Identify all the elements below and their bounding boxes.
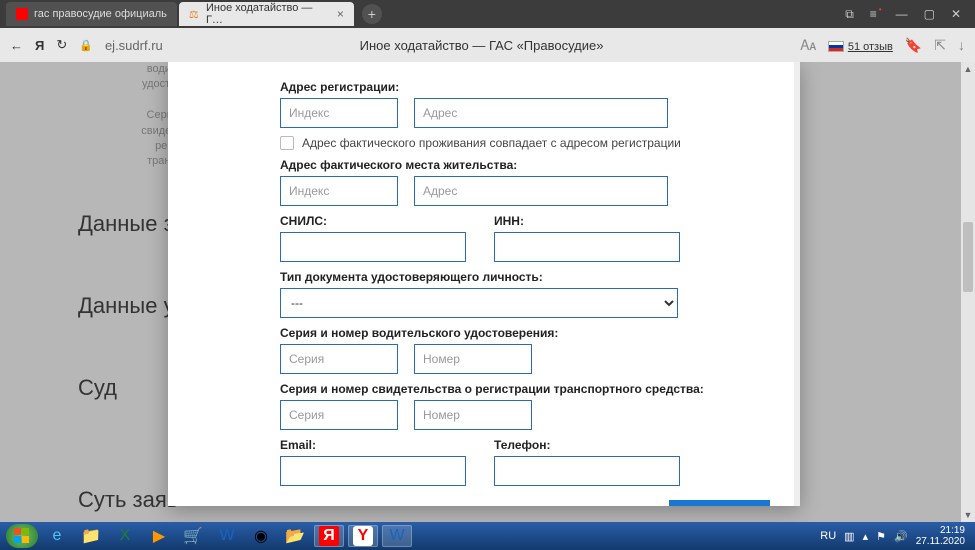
inn-label: ИНН:	[494, 214, 680, 228]
page-viewport: водител удостове Серия и свидетел регист…	[0, 62, 975, 522]
taskbar-clock[interactable]: 21:19 27.11.2020	[916, 525, 969, 547]
vehicle-series-input[interactable]	[280, 400, 398, 430]
person-form-modal: Адрес регистрации: Адрес фактического пр…	[168, 62, 800, 506]
start-button[interactable]	[6, 524, 38, 548]
actual-index-input[interactable]	[280, 176, 398, 206]
phone-label: Телефон:	[494, 438, 680, 452]
menu-icon[interactable]: ≡	[862, 7, 888, 21]
taskbar-word2-icon[interactable]: W	[382, 525, 412, 547]
bookmark-icon[interactable]: 🔖	[905, 37, 922, 54]
maximize-icon[interactable]: ▢	[916, 7, 943, 21]
email-input[interactable]	[280, 456, 466, 486]
taskbar-ie-icon[interactable]: e	[42, 525, 72, 547]
browser-tabstrip: гас правосудие официаль ⚖ Иное ходатайст…	[0, 0, 975, 28]
scroll-up-icon[interactable]: ▲	[961, 62, 975, 76]
snils-label: СНИЛС:	[280, 214, 466, 228]
vehicle-number-input[interactable]	[414, 400, 532, 430]
new-tab-button[interactable]: +	[362, 4, 382, 24]
phone-input[interactable]	[494, 456, 680, 486]
url-text[interactable]: ej.sudrf.ru	[105, 38, 163, 53]
save-button[interactable]: Сохранить	[669, 500, 770, 506]
doc-type-label: Тип документа удостоверяющего личность:	[280, 270, 770, 284]
minimize-icon[interactable]: —	[888, 7, 916, 21]
tab-yandex-search[interactable]: гас правосудие официаль	[6, 2, 177, 26]
downloads-icon[interactable]: ↓	[958, 37, 965, 53]
modal-scrollbar-thumb[interactable]	[795, 102, 799, 222]
copy-icon[interactable]: ⧉	[837, 7, 862, 22]
lock-icon: 🔒	[79, 39, 93, 52]
close-icon[interactable]: ×	[337, 7, 344, 21]
tray-page-icon[interactable]: ▥	[844, 530, 854, 543]
scroll-thumb[interactable]	[963, 222, 973, 292]
tray-flag-icon[interactable]: ⚑	[876, 530, 886, 543]
driver-license-label: Серия и номер водительского удостоверени…	[280, 326, 770, 340]
windows-logo-icon	[14, 528, 30, 544]
tab-label: гас правосудие официаль	[34, 8, 167, 20]
doc-type-select[interactable]: ---	[280, 288, 678, 318]
taskbar-yandex-icon[interactable]: Я	[314, 525, 344, 547]
translate-icon[interactable]: 🗛	[800, 37, 816, 54]
back-button[interactable]: ←	[10, 38, 23, 53]
taskbar-word1-icon[interactable]: W	[212, 525, 242, 547]
taskbar-yandex-browser-icon[interactable]: Y	[348, 525, 378, 547]
email-label: Email:	[280, 438, 466, 452]
reg-index-input[interactable]	[280, 98, 398, 128]
page-title: Иное ходатайство — ГАС «Правосудие»	[175, 38, 789, 53]
tray-volume-icon[interactable]: 🔊	[894, 530, 908, 543]
windows-taskbar: e 📁 X ▶ 🛒 W ◉ 📂 Я Y W RU ▥ ▴ ⚑ 🔊 21:19 2…	[0, 522, 975, 550]
yandex-favicon	[16, 8, 28, 20]
taskbar-folder-icon[interactable]: 📂	[280, 525, 310, 547]
taskbar-media-icon[interactable]: ▶	[144, 525, 174, 547]
yandex-home-button[interactable]: Я	[35, 38, 44, 53]
page-scrollbar[interactable]: ▲ ▼	[961, 62, 975, 522]
flag-russia-icon	[828, 41, 844, 52]
reload-button[interactable]: ↻	[56, 37, 67, 53]
tray-chevron-icon[interactable]: ▴	[863, 530, 869, 543]
system-tray: RU ▥ ▴ ⚑ 🔊 21:19 27.11.2020	[820, 525, 969, 547]
vehicle-cert-label: Серия и номер свидетельства о регистраци…	[280, 382, 770, 396]
close-window-icon[interactable]: ✕	[943, 7, 969, 21]
same-address-checkbox[interactable]	[280, 136, 294, 150]
inn-input[interactable]	[494, 232, 680, 262]
tab-label: Иное ходатайство — Г…	[206, 2, 323, 26]
taskbar-excel-icon[interactable]: X	[110, 525, 140, 547]
actual-address-label: Адрес фактического места жительства:	[280, 158, 770, 172]
taskbar-chrome-icon[interactable]: ◉	[246, 525, 276, 547]
registration-address-label: Адрес регистрации:	[280, 80, 770, 94]
taskbar-cart-icon[interactable]: 🛒	[178, 525, 208, 547]
same-address-label: Адрес фактического проживания совпадает …	[302, 136, 681, 150]
reg-address-input[interactable]	[414, 98, 668, 128]
tab-gas-pravosudie[interactable]: ⚖ Иное ходатайство — Г… ×	[179, 2, 354, 26]
actual-address-input[interactable]	[414, 176, 668, 206]
taskbar-explorer-icon[interactable]: 📁	[76, 525, 106, 547]
driver-series-input[interactable]	[280, 344, 398, 374]
language-indicator[interactable]: RU	[820, 530, 836, 542]
driver-number-input[interactable]	[414, 344, 532, 374]
scales-icon: ⚖	[189, 8, 200, 20]
snils-input[interactable]	[280, 232, 466, 262]
reviews-badge[interactable]: 51 отзыв	[828, 38, 893, 53]
address-bar: ← Я ↻ 🔒 ej.sudrf.ru Иное ходатайство — Г…	[0, 28, 975, 62]
extensions-icon[interactable]: ⇱	[934, 37, 946, 54]
scroll-down-icon[interactable]: ▼	[961, 508, 975, 522]
